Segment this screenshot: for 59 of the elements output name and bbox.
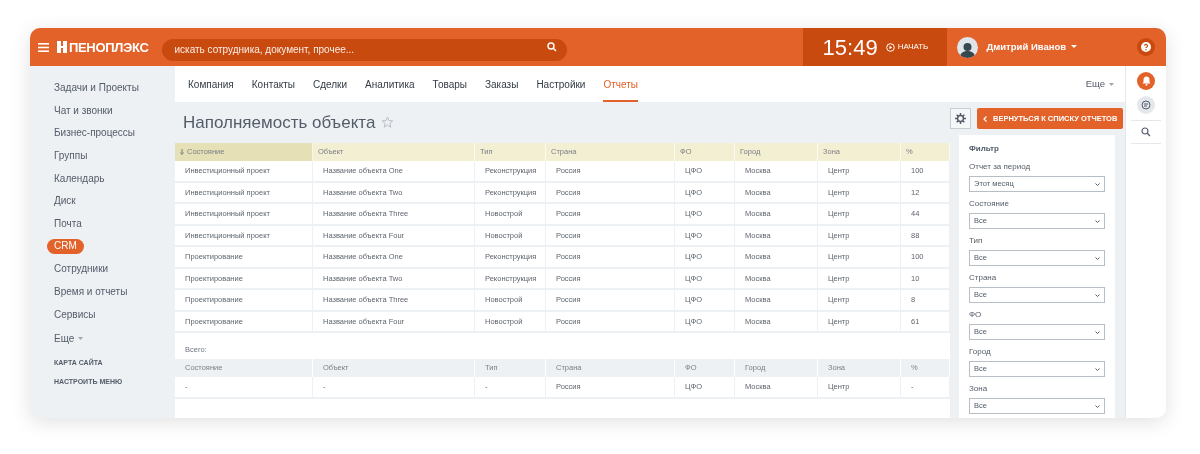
field-label: Город (969, 346, 992, 358)
sidebar-item[interactable]: Сервисы (54, 306, 96, 322)
sidebar-item[interactable]: Чат и звонки (54, 102, 113, 118)
caret-icon (1109, 82, 1114, 86)
tab[interactable]: Аналитика (365, 66, 415, 102)
chevron-down-icon (1095, 404, 1100, 408)
tab[interactable]: Сделки (312, 66, 348, 102)
notification-icon[interactable] (1137, 72, 1155, 90)
sidebar-item[interactable]: Почта (54, 215, 82, 231)
tab[interactable]: Контакты (251, 66, 295, 102)
search-field[interactable]: искать сотрудника, документ, прочее... (162, 38, 568, 61)
field-label: Зона (969, 383, 989, 395)
field-label: Страна (969, 272, 998, 284)
chevron-down-icon (1095, 367, 1100, 371)
tab[interactable]: Компания (188, 66, 234, 102)
field-label: Состояние (969, 198, 1010, 210)
caret-icon (78, 337, 84, 341)
field-label: Отчет за период (969, 161, 1032, 173)
sidebar-item[interactable]: Календарь (54, 170, 105, 186)
sidebar-item[interactable]: Бизнес-процессы (54, 125, 136, 141)
sidebar-item[interactable]: Время и отчеты (54, 284, 128, 300)
user-avatar[interactable] (957, 36, 979, 58)
settings-icon (955, 113, 966, 124)
sidebar-item[interactable]: Сотрудники (54, 261, 109, 277)
star-icon[interactable] (381, 116, 395, 129)
sidebar-more[interactable]: Еще (54, 327, 175, 350)
user-menu[interactable]: Дмитрий Иванов (986, 39, 1078, 55)
chevron-down-icon (1095, 182, 1100, 186)
logo-text: ПЕНОПЛЭКС (69, 40, 149, 54)
chevron-down-icon (1095, 219, 1100, 223)
filter-title: Фильтр (969, 143, 1000, 155)
tab[interactable]: Заказы (484, 66, 519, 102)
search-icon[interactable] (547, 42, 558, 52)
menu-icon[interactable] (38, 42, 49, 52)
page-title: Наполняемость объекта (183, 111, 376, 134)
help-icon[interactable] (1137, 38, 1155, 56)
tab[interactable]: Настройки (536, 66, 586, 102)
sidebar-item[interactable]: Диск (54, 193, 76, 209)
sidebar-item[interactable]: Группы (54, 147, 88, 163)
caret-icon (1071, 45, 1078, 49)
logo-icon (57, 41, 67, 53)
tab[interactable]: Отчеты (603, 66, 638, 102)
sort-arrow-icon (180, 149, 184, 155)
sidebar-item[interactable]: CRM (47, 238, 84, 254)
field-label: Тип (969, 235, 984, 247)
play-icon (885, 42, 895, 52)
start-button[interactable]: НАЧАТЬ (885, 41, 929, 53)
chevron-down-icon (1095, 330, 1100, 334)
chat-icon[interactable] (1137, 96, 1155, 114)
tabs-more[interactable]: Еще (1085, 66, 1114, 102)
chevron-left-icon (983, 115, 987, 122)
settings-button[interactable] (950, 108, 971, 129)
chevron-down-icon (1095, 293, 1100, 297)
tab[interactable]: Товары (432, 66, 467, 102)
search-icon[interactable] (1141, 127, 1151, 137)
clock-time: 15:49 (822, 33, 878, 62)
field-label: ФО (969, 309, 983, 321)
sidebar-item[interactable]: Задачи и Проекты (54, 79, 139, 95)
chevron-down-icon (1095, 256, 1100, 260)
